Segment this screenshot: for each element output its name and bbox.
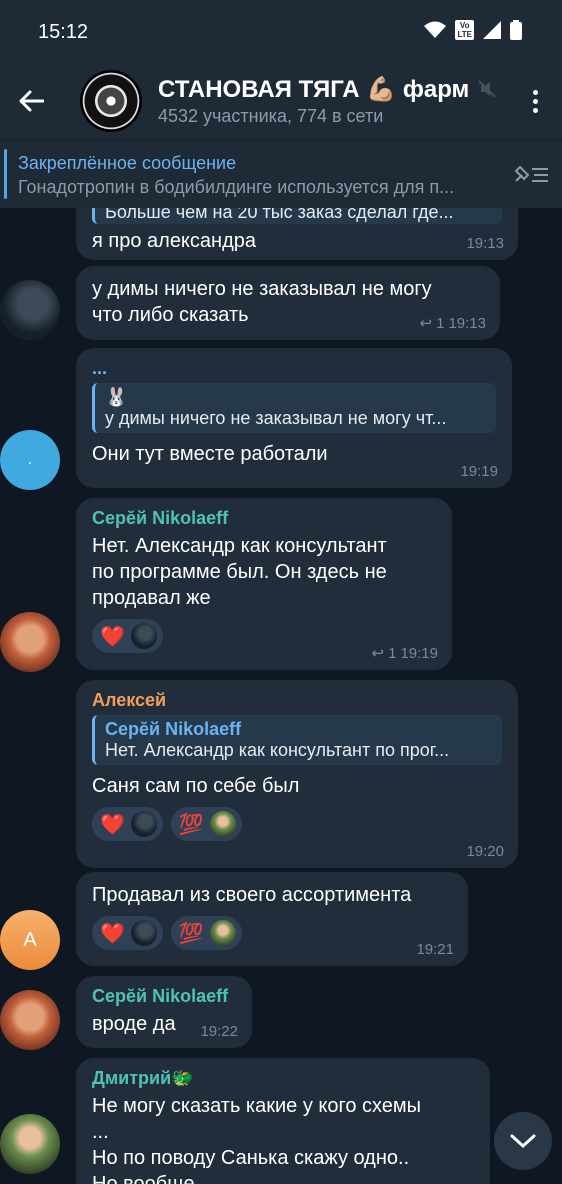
message-bubble[interactable]: Больше чем на 20 тыс заказ сделал где...… xyxy=(76,208,518,260)
message-time: 19:22 xyxy=(200,1023,238,1040)
message-time: 19:20 xyxy=(466,843,504,860)
reply-quote[interactable]: Серĕй Nikolaeff Нет. Александр как консу… xyxy=(92,715,502,765)
chat-title[interactable]: СТАНОВАЯ ТЯГА 💪🏼 фарм xyxy=(158,75,488,104)
avatar[interactable]: . xyxy=(0,430,60,490)
status-icons: Vo LTE xyxy=(424,20,522,40)
reactor-avatar xyxy=(130,920,157,946)
reaction-heart[interactable]: ❤️ xyxy=(92,619,163,653)
avatar[interactable] xyxy=(0,280,60,340)
battery-icon xyxy=(510,20,522,40)
reactor-avatar xyxy=(130,623,157,649)
message-time: 19:13 xyxy=(466,235,504,252)
status-time: 15:12 xyxy=(38,21,89,43)
chevron-down-icon xyxy=(510,1134,536,1149)
arrow-left-icon xyxy=(19,90,44,112)
message-text: Не могу сказать какие у кого схемы ... Н… xyxy=(92,1095,422,1184)
message-time: 19:19 xyxy=(460,463,498,480)
message-bubble[interactable]: Алексей Серĕй Nikolaeff Нет. Александр к… xyxy=(76,680,518,868)
more-menu-button[interactable] xyxy=(520,84,550,118)
sender-name[interactable]: Серĕй Nikolaeff xyxy=(92,986,236,1007)
sender-emoji: 🐲 xyxy=(171,1068,194,1088)
message-bubble[interactable]: ... 🐰 у димы ничего не заказывал не могу… xyxy=(76,348,512,488)
avatar[interactable] xyxy=(0,1114,60,1174)
message-text: Нет. Александр как консультант по програ… xyxy=(92,535,387,609)
mute-icon xyxy=(478,80,496,98)
status-bar: 15:12 Vo LTE xyxy=(0,0,562,62)
pinned-title: Закреплённое сообщение xyxy=(18,153,237,173)
reactor-avatar xyxy=(130,811,157,837)
scroll-down-button[interactable] xyxy=(494,1112,552,1170)
sender-name[interactable]: ... xyxy=(92,358,496,379)
pinned-indicator xyxy=(4,149,7,199)
pin-list-icon[interactable] xyxy=(512,161,550,189)
reaction-heart[interactable]: ❤️ xyxy=(92,807,163,841)
reaction-hundred[interactable]: 💯 xyxy=(170,916,242,950)
reaction-heart[interactable]: ❤️ xyxy=(92,916,163,950)
reactor-avatar xyxy=(209,920,236,946)
sender-name[interactable]: Алексей xyxy=(92,690,502,711)
volte-icon: Vo LTE xyxy=(455,20,474,40)
reactions: ❤️ 💯 xyxy=(92,807,502,841)
reply-quote[interactable]: Больше чем на 20 тыс заказ сделал где... xyxy=(92,208,502,224)
pinned-message[interactable]: Закреплённое сообщение Гонадотропин в бо… xyxy=(0,140,562,208)
message-text: Они тут вместе работали xyxy=(92,443,328,465)
sender-name[interactable]: Серĕй Nikolaeff xyxy=(92,508,436,529)
sender-name[interactable]: Дмитрий🐲 xyxy=(92,1068,474,1089)
message-text: Продавал из своего ассортимента xyxy=(92,884,412,906)
reactor-avatar xyxy=(209,811,236,837)
chat-avatar[interactable] xyxy=(80,70,142,132)
message-bubble[interactable]: Серĕй Nikolaeff вроде да 19:22 xyxy=(76,976,252,1048)
chat-header: СТАНОВАЯ ТЯГА 💪🏼 фарм 4532 участника, 77… xyxy=(0,62,562,140)
message-time: 19:21 xyxy=(416,941,454,958)
message-list[interactable]: Больше чем на 20 тыс заказ сделал где...… xyxy=(0,208,562,1184)
message-time: ↩ 1 19:19 xyxy=(371,644,438,663)
reply-icon: ↩ xyxy=(371,645,385,662)
chat-subtitle: 4532 участника, 774 в сети xyxy=(158,106,384,126)
message-text: Саня сам по себе был xyxy=(92,775,300,797)
avatar[interactable] xyxy=(0,990,60,1050)
avatar[interactable] xyxy=(0,612,60,672)
signal-icon xyxy=(483,21,501,39)
reactions: ❤️ 💯 xyxy=(92,916,452,950)
back-button[interactable] xyxy=(14,84,48,118)
message-time: ↩ 1 19:13 xyxy=(419,314,486,333)
wifi-icon xyxy=(424,21,447,38)
avatar[interactable]: А xyxy=(0,910,60,970)
message-bubble[interactable]: Продавал из своего ассортимента ❤️ 💯 19:… xyxy=(76,872,468,966)
message-bubble[interactable]: у димы ничего не заказывал не могу что л… xyxy=(76,266,500,340)
reaction-hundred[interactable]: 💯 xyxy=(170,807,242,841)
reply-icon: ↩ xyxy=(419,315,433,332)
message-bubble[interactable]: Серĕй Nikolaeff Нет. Александр как консу… xyxy=(76,498,452,670)
reply-quote[interactable]: 🐰 у димы ничего не заказывал не могу чт.… xyxy=(92,383,496,433)
pinned-text: Гонадотропин в бодибилдинге используется… xyxy=(18,177,455,197)
message-bubble[interactable]: Дмитрий🐲 Не могу сказать какие у кого сх… xyxy=(76,1058,490,1184)
muscle-emoji: 💪🏼 xyxy=(366,76,397,103)
message-text: я про александра xyxy=(92,230,256,252)
